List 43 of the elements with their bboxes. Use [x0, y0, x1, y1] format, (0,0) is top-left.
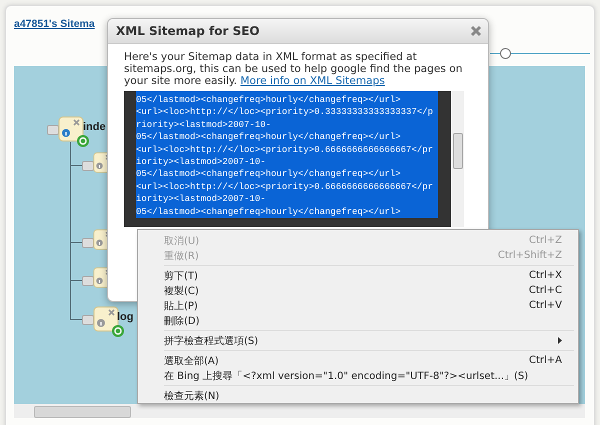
menu-item[interactable]: 拼字檢查程式選項(S): [140, 333, 576, 348]
menu-item[interactable]: 檢查元素(N): [140, 388, 576, 403]
zoom-slider-thumb[interactable]: [500, 48, 511, 59]
collapse-toggle[interactable]: [82, 315, 94, 325]
menu-item-label: 選取全部(A): [164, 354, 220, 368]
menu-shortcut: Ctrl+X: [528, 270, 562, 281]
menu-item[interactable]: 刪除(D): [140, 313, 576, 328]
menu-item-label: 檢查元素(N): [164, 390, 220, 402]
page-node-label: log: [117, 311, 134, 323]
collapse-toggle[interactable]: [82, 276, 94, 286]
menu-item-label: 重做(R): [164, 250, 200, 262]
close-icon[interactable]: [470, 25, 482, 37]
menu-shortcut: Ctrl+C: [528, 285, 562, 296]
sitemap-title-link[interactable]: a47851's Sitema: [14, 18, 95, 30]
menu-item-label: 剪下(T): [164, 270, 199, 282]
collapse-toggle[interactable]: [47, 125, 59, 135]
menu-item[interactable]: 貼上(P) Ctrl+V: [140, 298, 576, 313]
menu-shortcut: Ctrl+A: [528, 355, 562, 366]
menu-item-label: 刪除(D): [164, 314, 201, 328]
more-info-link[interactable]: More info on XML Sitemaps: [240, 75, 385, 87]
xml-text-area[interactable]: [124, 91, 451, 227]
menu-item-label: 取消(U): [164, 234, 200, 248]
menu-item[interactable]: 複製(C) Ctrl+C: [140, 283, 576, 298]
scrollbar-thumb[interactable]: [453, 133, 463, 169]
page-node-label: inde: [83, 121, 106, 133]
scrollbar-thumb[interactable]: [34, 406, 131, 418]
menu-shortcut: Ctrl+Shift+Z: [498, 250, 562, 261]
dialog-title: XML Sitemap for SEO: [116, 24, 260, 38]
dialog-description: Here's your Sitemap data in XML format as specified at sitemaps.org, this can be used to help google find the pages on your site more easily. More info on XML Sitemaps: [124, 51, 464, 87]
menu-item[interactable]: 在 Bing 上搜尋「<?xml version="1.0" encoding="UTF-8"?><urlset...」(S): [140, 368, 576, 383]
menu-shortcut: Ctrl+Z: [528, 235, 562, 246]
menu-shortcut: Ctrl+V: [528, 300, 562, 311]
menu-item[interactable]: 選取全部(A) Ctrl+A: [140, 353, 576, 368]
menu-item-label: 複製(C): [164, 284, 200, 298]
collapse-toggle[interactable]: [82, 161, 94, 171]
menu-item-label: 在 Bing 上搜尋「<?xml version="1.0" encoding="UTF-8"?><urlset...」(S): [164, 370, 530, 382]
horizontal-scrollbar[interactable]: [14, 404, 585, 418]
vertical-scrollbar[interactable]: [451, 91, 464, 227]
menu-item[interactable]: 剪下(T) Ctrl+X: [140, 268, 576, 283]
menu-item-label: 貼上(P): [164, 300, 199, 312]
submenu-arrow-icon: [558, 337, 562, 344]
menu-item-label: 拼字檢查程式選項(S): [164, 334, 260, 348]
collapse-toggle[interactable]: [82, 238, 94, 248]
